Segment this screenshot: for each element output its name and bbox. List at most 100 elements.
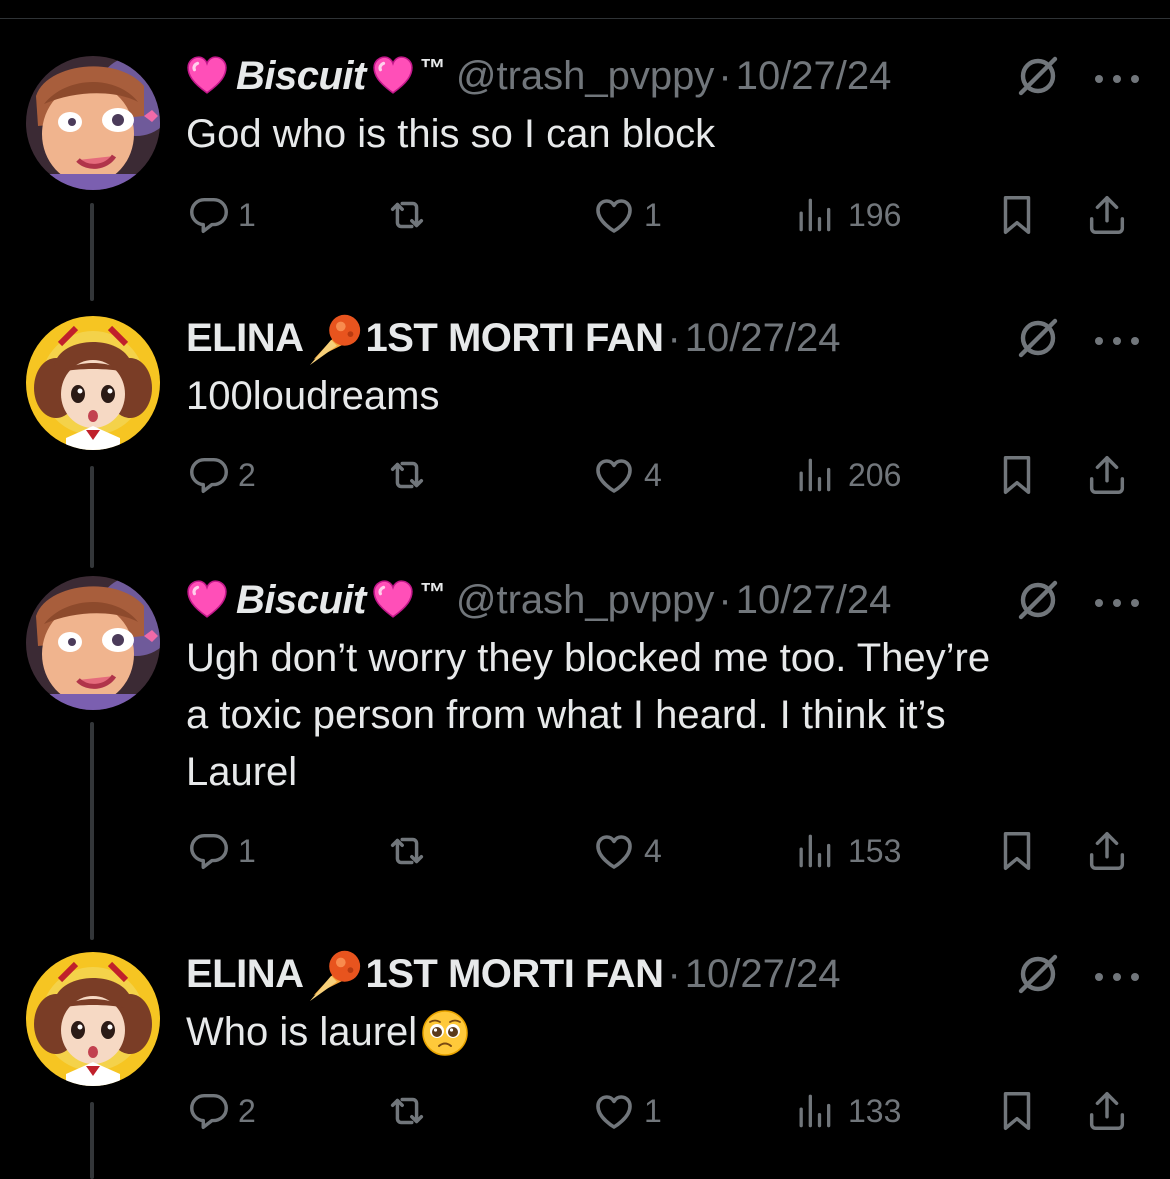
author-handle[interactable]: @trash_pvppy (456, 54, 715, 99)
like-button[interactable]: 4 (590, 826, 662, 876)
more-icon[interactable] (1094, 598, 1140, 608)
tweet-text-line: Ugh don’t worry they blocked me too. The… (186, 636, 991, 680)
bookmark-button[interactable] (994, 190, 1040, 240)
tweet-date[interactable]: 10/27/24 (736, 54, 892, 99)
avatar[interactable] (26, 316, 160, 450)
bookmark-button[interactable] (994, 826, 1040, 876)
tweet-header: ELINA 1ST MORTI FAN · 10/27/24 (186, 946, 840, 1002)
views-count: 206 (848, 456, 902, 493)
retweet-icon (384, 452, 430, 498)
like-count: 1 (644, 1092, 662, 1129)
tweet-header: ELINA 1ST MORTI FAN · 10/27/24 (186, 310, 840, 366)
retweet-button[interactable] (384, 190, 430, 240)
author-name[interactable]: Biscuit (236, 578, 366, 623)
tweet[interactable]: Biscuit ™ @trash_pvppy · 10/27/24 God wh… (0, 48, 1170, 302)
tweet-header: Biscuit ™ @trash_pvppy · 10/27/24 (186, 48, 891, 104)
avatar-image (26, 576, 160, 710)
reply-button[interactable]: 1 (186, 826, 256, 876)
more-icon[interactable] (1094, 972, 1140, 982)
retweet-button[interactable] (384, 450, 430, 500)
thread-line (90, 203, 94, 301)
tweet-header: Biscuit ™ @trash_pvppy · 10/27/24 (186, 572, 891, 628)
tweet-date[interactable]: 10/27/24 (736, 578, 892, 623)
like-button[interactable]: 1 (590, 1086, 662, 1136)
separator: · (718, 577, 732, 622)
bookmark-button[interactable] (994, 450, 1040, 500)
tweet[interactable]: ELINA 1ST MORTI FAN · 10/27/24 100loudre… (0, 310, 1170, 572)
bookmark-icon (994, 1088, 1040, 1134)
reply-icon (186, 192, 232, 238)
bookmark-icon (994, 452, 1040, 498)
bookmark-button[interactable] (994, 1086, 1040, 1136)
trademark-symbol: ™ (419, 576, 446, 607)
thread-line (90, 1102, 94, 1179)
like-button[interactable]: 1 (590, 190, 662, 240)
thread-line (90, 722, 94, 940)
tweet-text-line: Laurel (186, 750, 298, 794)
tweet-actions: 1 4 153 (186, 826, 1146, 876)
retweet-button[interactable] (384, 1086, 430, 1136)
more-icon[interactable] (1094, 74, 1140, 84)
like-icon (590, 1087, 638, 1135)
pleading-face-emoji (421, 1009, 469, 1057)
reply-count: 2 (238, 1092, 256, 1129)
bookmark-icon (994, 828, 1040, 874)
views-count: 133 (848, 1092, 902, 1129)
tweet-text-line: a toxic person from what I heard. I thin… (186, 693, 946, 737)
tweet-date[interactable]: 10/27/24 (685, 952, 841, 997)
separator: · (667, 315, 681, 360)
views-icon (792, 829, 836, 873)
retweet-button[interactable] (384, 826, 430, 876)
grok-icon[interactable] (1014, 576, 1062, 624)
avatar[interactable] (26, 576, 160, 710)
author-handle[interactable]: @trash_pvppy (456, 578, 715, 623)
views-button[interactable]: 196 (792, 190, 901, 240)
author-name-suffix[interactable]: 1ST MORTI FAN (366, 952, 664, 997)
share-icon (1084, 452, 1130, 498)
author-name[interactable]: ELINA (186, 316, 304, 361)
more-icon[interactable] (1094, 336, 1140, 346)
comet-emoji (306, 309, 364, 367)
reply-button[interactable]: 2 (186, 450, 256, 500)
share-icon (1084, 1088, 1130, 1134)
retweet-icon (384, 1088, 430, 1134)
trademark-symbol: ™ (419, 52, 446, 83)
views-icon (792, 453, 836, 497)
avatar[interactable] (26, 56, 160, 190)
share-button[interactable] (1084, 1086, 1130, 1136)
reply-count: 1 (238, 832, 256, 869)
tweet[interactable]: Biscuit ™ @trash_pvppy · 10/27/24 Ugh do… (0, 572, 1170, 942)
views-count: 196 (848, 196, 902, 233)
reply-icon (186, 828, 232, 874)
reply-button[interactable]: 2 (186, 1086, 256, 1136)
avatar[interactable] (26, 952, 160, 1086)
like-icon (590, 451, 638, 499)
author-name-suffix[interactable]: 1ST MORTI FAN (366, 316, 664, 361)
tweet-text-content: Who is laurel (186, 1010, 418, 1054)
avatar-image (26, 952, 160, 1086)
author-name[interactable]: ELINA (186, 952, 304, 997)
tweet-text: Ugh don’t worry they blocked me too. The… (186, 630, 1146, 801)
tweet-text: 100loudreams (186, 374, 440, 418)
grok-icon[interactable] (1014, 950, 1062, 998)
share-button[interactable] (1084, 826, 1130, 876)
tweet-date[interactable]: 10/27/24 (685, 316, 841, 361)
views-button[interactable]: 206 (792, 450, 901, 500)
grok-icon[interactable] (1014, 52, 1062, 100)
reply-icon (186, 452, 232, 498)
views-button[interactable]: 133 (792, 1086, 901, 1136)
tweet[interactable]: ELINA 1ST MORTI FAN · 10/27/24 Who is la… (0, 946, 1170, 1179)
thread-line (90, 466, 94, 568)
reply-icon (186, 1088, 232, 1134)
share-button[interactable] (1084, 450, 1130, 500)
reply-button[interactable]: 1 (186, 190, 256, 240)
like-button[interactable]: 4 (590, 450, 662, 500)
reply-count: 2 (238, 456, 256, 493)
grok-icon[interactable] (1014, 314, 1062, 362)
tweet-actions: 2 4 206 (186, 450, 1146, 500)
views-icon (792, 193, 836, 237)
author-name[interactable]: Biscuit (236, 54, 366, 99)
share-button[interactable] (1084, 190, 1130, 240)
views-button[interactable]: 153 (792, 826, 901, 876)
divider (0, 18, 1170, 19)
